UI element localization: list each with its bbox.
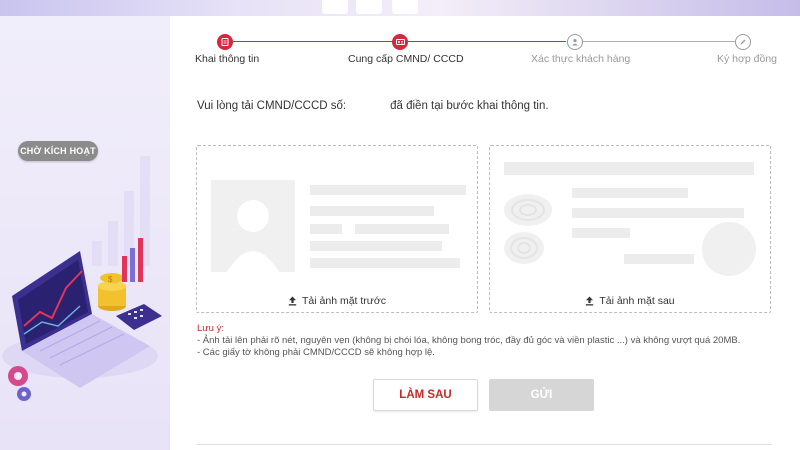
banner-decoration — [392, 0, 418, 14]
step-connector — [232, 41, 392, 42]
side-panel: CHỜ KÍCH HOẠT $ — [0, 16, 170, 450]
instruction-suffix: đã điền tại bước khai thông tin. — [390, 100, 549, 112]
text-placeholder — [624, 254, 694, 264]
step-label-personal-info: Khai thông tin — [195, 53, 260, 65]
front-id-upload[interactable]: Tải ảnh mặt trước — [196, 145, 478, 313]
step-label-contract: Ký hợp đồng — [717, 53, 778, 65]
notes-title: Lưu ý: — [197, 323, 224, 334]
send-button[interactable]: GỬI — [489, 379, 594, 411]
banner-decoration — [356, 0, 382, 14]
progress-stepper: Khai thông tin Cung cấp CMND/ CCCD Xác t… — [170, 16, 800, 86]
id-card-icon — [392, 34, 408, 50]
upload-icon — [586, 296, 594, 306]
form-icon — [217, 34, 233, 50]
text-placeholder — [310, 206, 434, 216]
step-connector — [583, 41, 735, 42]
text-placeholder — [355, 224, 449, 234]
front-upload-label[interactable]: Tải ảnh mặt trước — [197, 295, 477, 307]
text-placeholder — [504, 162, 754, 175]
divider — [197, 444, 772, 445]
user-icon — [567, 34, 583, 50]
text-placeholder — [572, 208, 744, 218]
text-placeholder — [310, 224, 342, 234]
main-panel: Khai thông tin Cung cấp CMND/ CCCD Xác t… — [170, 16, 800, 450]
back-id-upload[interactable]: Tải ảnh mặt sau — [489, 145, 771, 313]
fingerprint-placeholder — [504, 194, 552, 264]
note-line: - Ảnh tải lên phải rõ nét, nguyên vẹn (k… — [197, 335, 741, 346]
seal-placeholder — [702, 222, 756, 276]
pen-icon — [735, 34, 751, 50]
do-later-button[interactable]: LÀM SAU — [373, 379, 478, 411]
svg-text:$: $ — [108, 275, 113, 284]
finance-illustration: $ — [2, 156, 162, 401]
step-label-verification: Xác thực khách hàng — [531, 53, 631, 65]
note-line: - Các giấy tờ không phải CMND/CCCD sẽ kh… — [197, 347, 435, 358]
text-placeholder — [572, 228, 630, 238]
top-banner-strip — [0, 0, 800, 16]
upload-notes: Lưu ý: - Ảnh tải lên phải rõ nét, nguyên… — [197, 323, 740, 359]
back-upload-label[interactable]: Tải ảnh mặt sau — [490, 295, 770, 307]
step-connector — [408, 41, 566, 42]
text-placeholder — [310, 241, 442, 251]
instruction-prefix: Vui lòng tải CMND/CCCD số: — [197, 100, 347, 112]
upload-icon — [288, 296, 297, 306]
banner-decoration — [322, 0, 348, 14]
step-label-id-card: Cung cấp CMND/ CCCD — [348, 53, 464, 65]
portrait-placeholder — [211, 180, 295, 272]
text-placeholder — [572, 188, 688, 198]
text-placeholder — [310, 185, 466, 195]
text-placeholder — [310, 258, 460, 268]
upload-instruction: Vui lòng tải CMND/CCCD số: đã điền tại bư… — [197, 100, 549, 112]
